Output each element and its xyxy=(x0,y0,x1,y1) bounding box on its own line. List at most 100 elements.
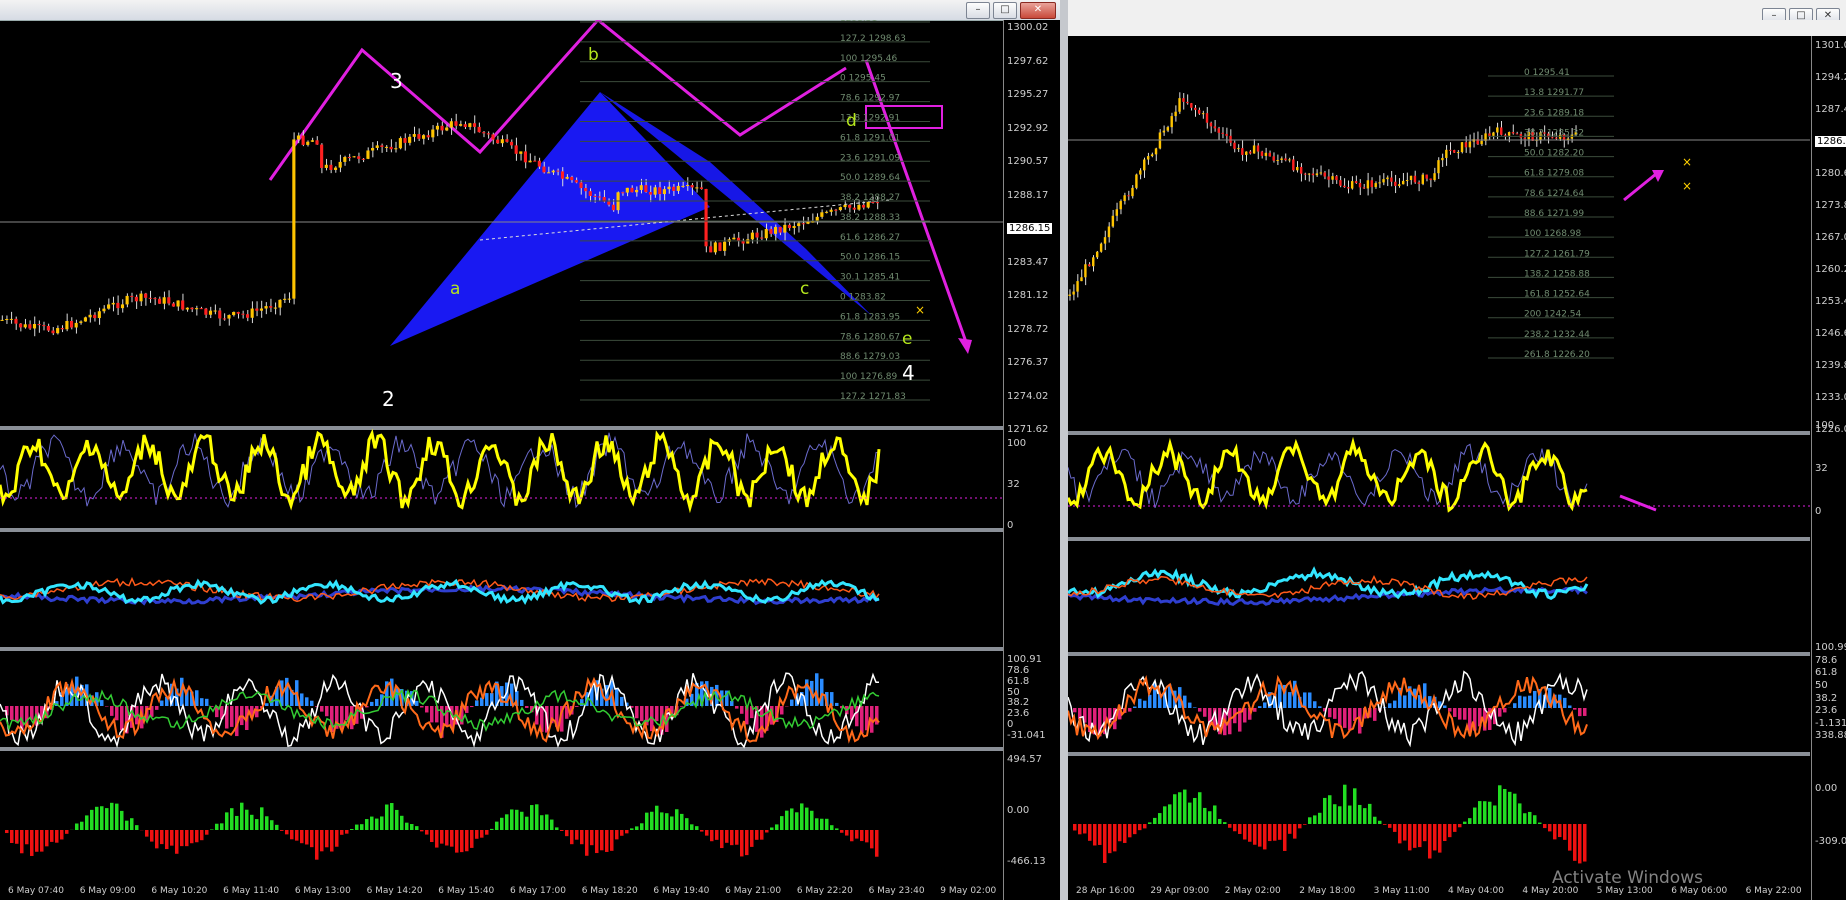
time-tick-label: 6 May 07:40 xyxy=(8,886,64,896)
target-x-marker: × xyxy=(915,303,925,317)
price-tick-label: 1286.15 xyxy=(1007,223,1053,234)
fib-level-label: 0 1295.45 xyxy=(840,74,886,84)
fib-level-label: 50.0 1286.15 xyxy=(840,253,900,263)
pane-separator xyxy=(0,747,1012,751)
price-tick-label: 1260.20 xyxy=(1815,264,1846,275)
price-tick-label: 1300.02 xyxy=(1007,22,1049,33)
osc-tick-label: 38.2 xyxy=(1815,692,1838,704)
time-tick-label: 28 Apr 16:00 xyxy=(1076,886,1135,896)
pane-separator xyxy=(1068,652,1810,656)
wave-label-2: 2 xyxy=(382,387,395,411)
time-tick-label: 6 May 18:20 xyxy=(581,886,638,896)
osc-tick-label: 32 xyxy=(1815,463,1828,474)
wave-label-a: a xyxy=(450,279,460,299)
time-tick-label: 6 May 10:20 xyxy=(151,886,208,896)
bearish-arrow xyxy=(1619,494,1657,512)
fib-level-label: 78.6 1292.97 xyxy=(840,94,900,104)
price-tick-label: 1271.62 xyxy=(1007,424,1049,435)
osc-tick-label: 0 xyxy=(1815,506,1822,517)
fib-level-label: 30.1 1285.41 xyxy=(840,273,900,283)
wave-label-c: c xyxy=(800,279,809,299)
osc-tick-label: 100 xyxy=(1007,438,1027,449)
osc-tick-label: 50 xyxy=(1007,686,1020,698)
osc-tick-label: 32 xyxy=(1007,479,1020,490)
time-tick-label: 6 May 14:20 xyxy=(366,886,423,896)
price-tick-label: 1278.72 xyxy=(1007,323,1049,335)
pane-separator xyxy=(0,647,1012,651)
left-chart-canvas[interactable]: 1298.51 127.2 1298.63 100 1295.46 0 1295.45… xyxy=(0,20,1060,900)
activate-windows-watermark: Activate Windows xyxy=(1552,868,1703,888)
left-chart-window[interactable]: – □ ✕ 1298.51 127.2 1298.63 100 1295.46 0 1… xyxy=(0,0,1060,900)
pane-separator xyxy=(1068,431,1810,435)
fib-level-label: 0 1295.41 xyxy=(1524,68,1570,78)
fib-level-label: 100 1276.89 xyxy=(840,372,898,382)
fib-level-label: 100 1295.46 xyxy=(840,54,898,64)
fib-level-label: 23.6 1289.18 xyxy=(1524,108,1584,118)
time-tick-label: 6 May 13:00 xyxy=(294,886,351,896)
wave-label-4: 4 xyxy=(902,361,915,385)
price-tick-label: 1239.80 xyxy=(1815,360,1846,371)
time-tick-label: 6 May 11:40 xyxy=(223,886,280,896)
fib-level-label: 127.2 1261.79 xyxy=(1524,249,1590,259)
fib-level-label: 88.6 1279.03 xyxy=(840,352,900,362)
price-tick-label: 1246.60 xyxy=(1815,328,1846,339)
fib-level-label: 61.8 1283.95 xyxy=(840,312,900,322)
left-window-titlebar: – □ ✕ xyxy=(0,0,1060,21)
time-tick-label: 4 May 04:00 xyxy=(1448,886,1504,896)
fib-level-label: 38.2 1285.32 xyxy=(1524,128,1584,138)
price-tick-label: 1267.00 xyxy=(1815,232,1846,243)
osc-tick-label: 0.00 xyxy=(1815,783,1838,794)
wave-label-d: d xyxy=(846,111,857,131)
window-divider[interactable] xyxy=(1060,0,1068,900)
fib-level-label: 88.6 1271.99 xyxy=(1524,209,1584,219)
wave-label-3: 3 xyxy=(390,69,403,93)
right-fib-levels: 0 1295.41 13.8 1291.77 23.6 1289.18 38.2 12… xyxy=(1488,68,1614,360)
price-tick-label: 1253.40 xyxy=(1815,296,1846,307)
right-chart-window[interactable]: – □ ✕ 0 1295.41 13.8 1291.77 23.6 1289.18 3… xyxy=(1068,0,1846,900)
osc-tick-label: 23.6 xyxy=(1007,708,1030,720)
price-tick-label: 1273.80 xyxy=(1815,200,1846,211)
time-tick-label: 6 May 22:20 xyxy=(796,886,853,896)
wave-label-b: b xyxy=(588,45,599,65)
osc-tick-label: -466.13 xyxy=(1007,856,1046,867)
right-chart-canvas[interactable]: 0 1295.41 13.8 1291.77 23.6 1289.18 38.2 12… xyxy=(1068,36,1846,900)
fib-level-label: 138.2 1258.88 xyxy=(1524,269,1590,279)
fib-level-label: 238.2 1232.44 xyxy=(1524,330,1590,340)
osc-tick-label: -309.01 xyxy=(1815,836,1846,847)
time-tick-label: 6 May 09:00 xyxy=(79,886,136,896)
osc-tick-label: 100.99 xyxy=(1815,642,1846,653)
fib-level-label: 127.2 1298.63 xyxy=(840,34,906,44)
time-tick-label: 6 May 21:00 xyxy=(725,886,782,896)
price-tick-label: 1288.17 xyxy=(1007,189,1049,201)
time-tick-label: 2 May 02:00 xyxy=(1224,886,1281,896)
osc-tick-label: 23.6 xyxy=(1815,705,1838,717)
osc-tick-label: 0 xyxy=(1007,719,1014,731)
svg-text:×: × xyxy=(1682,155,1692,169)
fib-level-label: 161.8 1252.64 xyxy=(1524,290,1590,300)
right-window-header xyxy=(1068,20,1846,36)
osc-tick-label: 61.8 xyxy=(1815,667,1838,679)
osc-tick-label: -31.041 xyxy=(1007,730,1046,741)
pane-separator xyxy=(1068,537,1810,541)
time-tick-label: 9 May 02:00 xyxy=(940,886,997,896)
projection-arrow-head xyxy=(958,338,972,354)
osc-tick-label: -1.131 xyxy=(1815,718,1846,729)
close-button[interactable]: ✕ xyxy=(1020,2,1056,19)
right-price-axis[interactable]: 1301.00 1294.2 1287.4 1286.15 1280.60 1273.80… xyxy=(1811,36,1846,900)
bullish-arrow xyxy=(1623,172,1657,202)
osc-tick-label: 494.57 xyxy=(1007,754,1042,765)
fib-level-label: 61.8 1291.01 xyxy=(840,133,900,143)
wave-label-e: e xyxy=(902,329,912,349)
osc-tick-label: 38.2 xyxy=(1007,697,1030,709)
osc-tick-label: 100.91 xyxy=(1007,654,1042,665)
price-tick-label: 1294.2 xyxy=(1815,72,1846,83)
time-tick-label: 29 Apr 09:00 xyxy=(1150,886,1210,896)
minimize-button[interactable]: – xyxy=(966,2,990,19)
maximize-button[interactable]: □ xyxy=(993,2,1017,19)
left-price-axis[interactable]: 1300.02 1297.62 1295.27 1292.92 1290.57 1288.… xyxy=(1003,20,1060,900)
fib-level-label: 261.8 1226.20 xyxy=(1524,350,1590,360)
osc-tick-label: 0.00 xyxy=(1007,805,1030,816)
svg-text:×: × xyxy=(1682,179,1692,193)
time-tick-label: 3 May 11:00 xyxy=(1373,886,1430,896)
price-tick-label: 1295.27 xyxy=(1007,89,1049,100)
